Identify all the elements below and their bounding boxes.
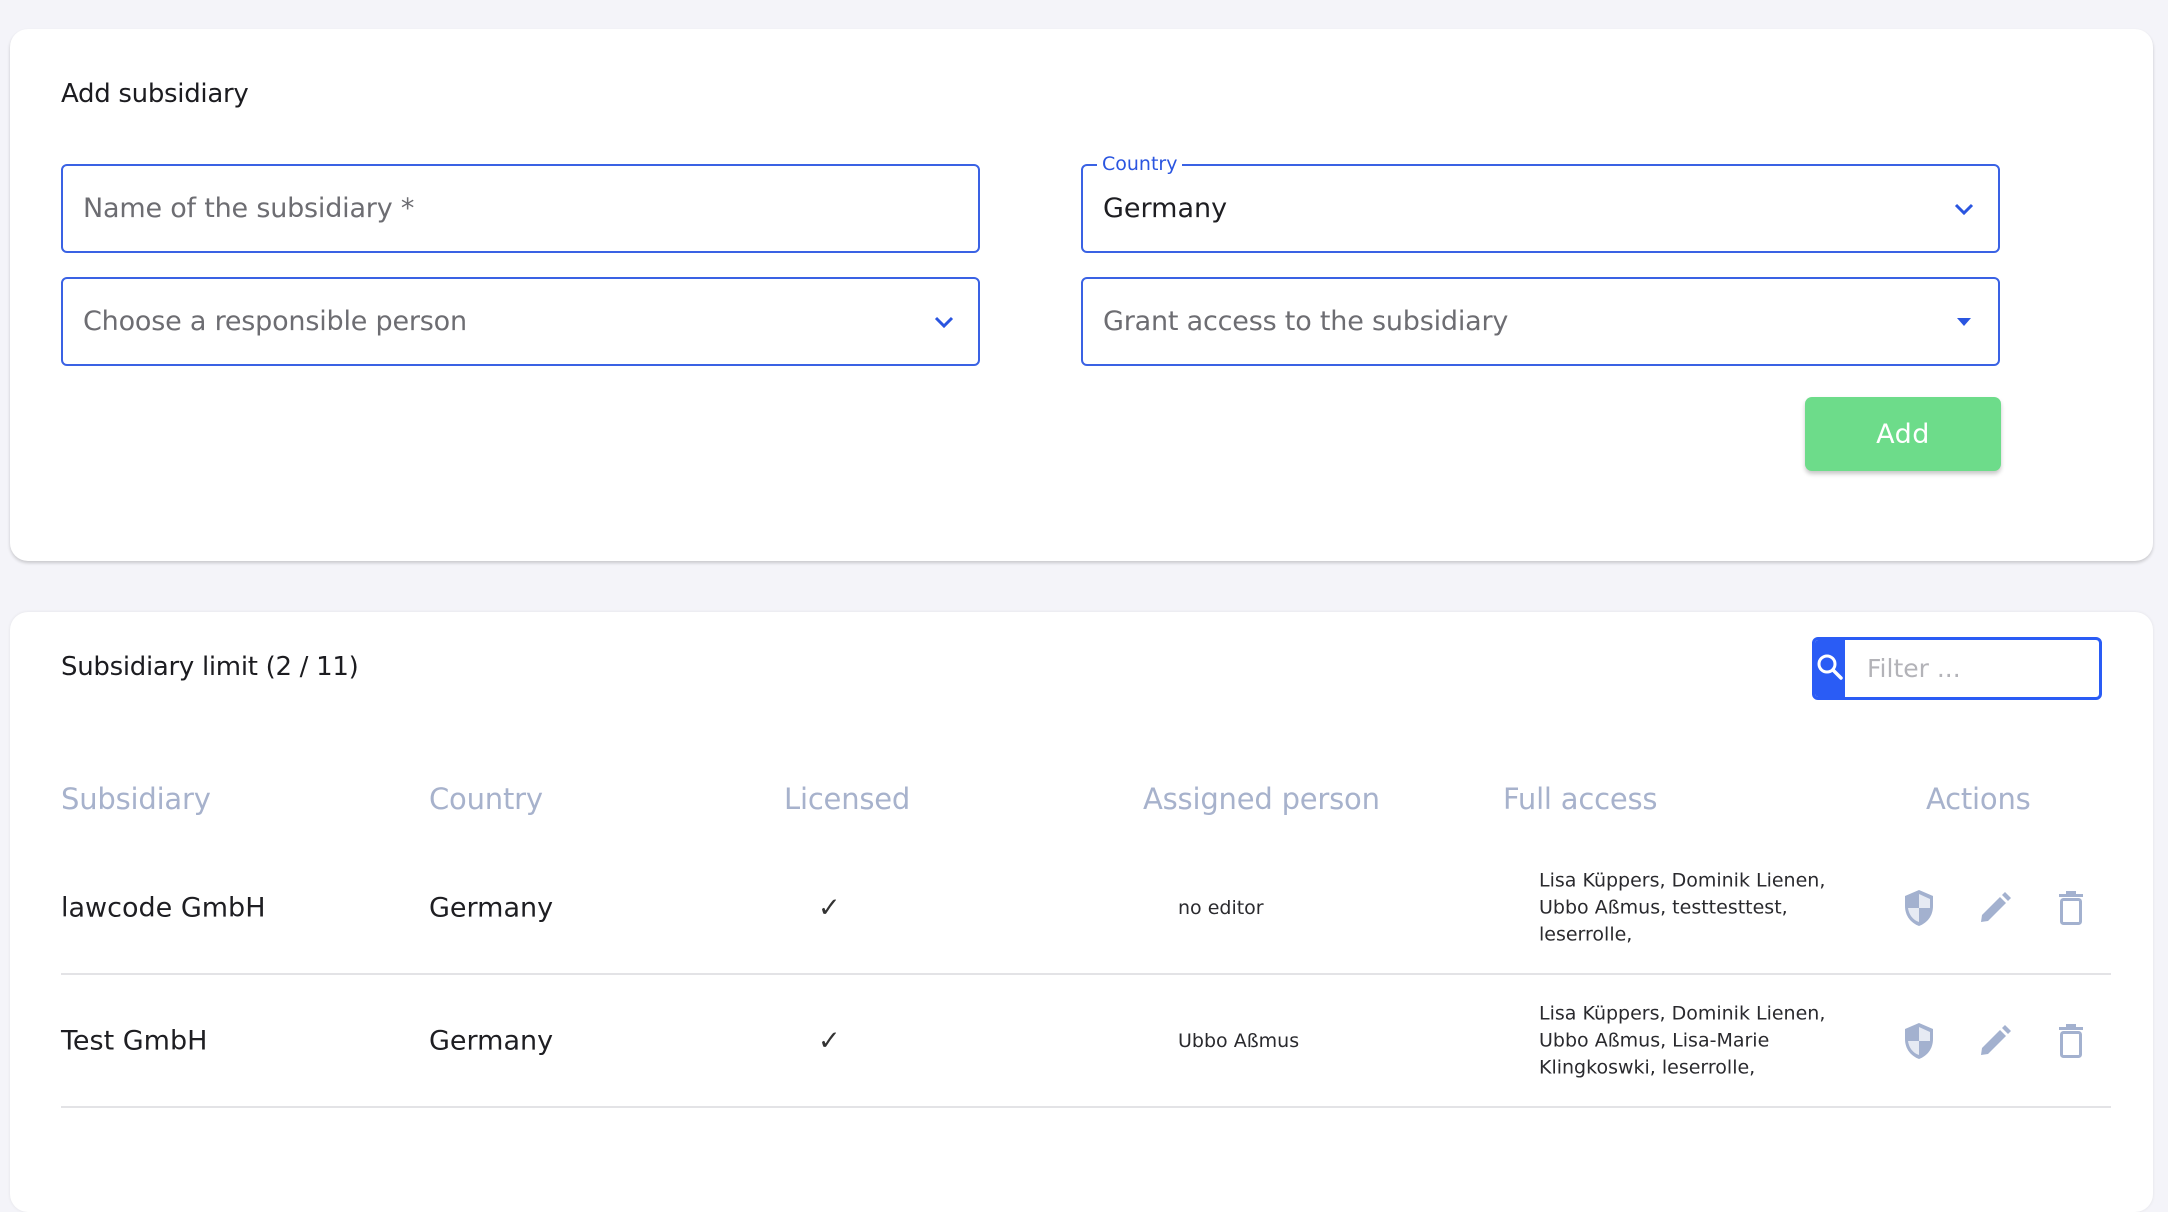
full-access-list: Lisa Küppers, Dominik Lienen, Ubbo Aßmus… xyxy=(1539,1002,1826,1078)
responsible-person-placeholder: Choose a responsible person xyxy=(83,306,467,337)
column-header-assigned-person[interactable]: Assigned person xyxy=(1143,782,1380,816)
chevron-down-icon xyxy=(932,310,956,334)
column-header-actions: Actions xyxy=(1926,782,2031,816)
grant-access-placeholder: Grant access to the subsidiary xyxy=(1103,306,1509,337)
trash-icon[interactable] xyxy=(2053,1021,2089,1061)
column-header-subsidiary[interactable]: Subsidiary xyxy=(61,782,211,816)
licensed-check-icon: ✓ xyxy=(818,1025,841,1056)
search-icon xyxy=(1815,652,1845,686)
row-actions xyxy=(1901,888,2089,928)
chevron-down-icon xyxy=(1952,197,1976,221)
table-row: lawcode GmbH Germany ✓ no editor Lisa Kü… xyxy=(61,842,2111,975)
grant-access-select[interactable]: Grant access to the subsidiary xyxy=(1081,277,2000,366)
licensed-check-icon: ✓ xyxy=(818,892,841,923)
assigned-person: no editor xyxy=(1178,896,1264,919)
caret-down-icon xyxy=(1952,310,1976,334)
subsidiary-limit-title: Subsidiary limit (2 / 11) xyxy=(61,652,359,682)
country-value: Germany xyxy=(1103,193,1228,224)
filter-box xyxy=(1812,637,2102,700)
subsidiary-country: Germany xyxy=(429,1025,554,1056)
add-subsidiary-title: Add subsidiary xyxy=(61,79,249,109)
country-select[interactable]: Country Germany xyxy=(1081,152,2000,253)
subsidiary-name: Test GmbH xyxy=(61,1025,208,1056)
column-header-licensed[interactable]: Licensed xyxy=(784,782,910,816)
subsidiary-list-card: Subsidiary limit (2 / 11) Subsidiary Cou… xyxy=(10,612,2153,1212)
column-header-country[interactable]: Country xyxy=(429,782,543,816)
country-label: Country xyxy=(1097,152,1183,176)
responsible-person-select[interactable]: Choose a responsible person xyxy=(61,277,980,366)
add-button[interactable]: Add xyxy=(1805,397,2001,471)
subsidiary-name-placeholder: Name of the subsidiary * xyxy=(83,193,415,224)
full-access-list: Lisa Küppers, Dominik Lienen, Ubbo Aßmus… xyxy=(1539,869,1826,945)
column-header-full-access[interactable]: Full access xyxy=(1503,782,1658,816)
search-button[interactable] xyxy=(1815,640,1845,697)
row-actions xyxy=(1901,1021,2089,1061)
subsidiary-name: lawcode GmbH xyxy=(61,892,266,923)
pencil-icon[interactable] xyxy=(1977,888,2013,928)
filter-input[interactable] xyxy=(1845,640,2099,697)
subsidiary-country: Germany xyxy=(429,892,554,923)
trash-icon[interactable] xyxy=(2053,888,2089,928)
shield-icon[interactable] xyxy=(1901,1021,1937,1061)
table-row: Test GmbH Germany ✓ Ubbo Aßmus Lisa Küpp… xyxy=(61,975,2111,1108)
pencil-icon[interactable] xyxy=(1977,1021,2013,1061)
subsidiary-name-input[interactable]: Name of the subsidiary * xyxy=(61,164,980,253)
shield-icon[interactable] xyxy=(1901,888,1937,928)
add-subsidiary-card: Add subsidiary Name of the subsidiary * … xyxy=(10,29,2153,561)
assigned-person: Ubbo Aßmus xyxy=(1178,1029,1300,1052)
